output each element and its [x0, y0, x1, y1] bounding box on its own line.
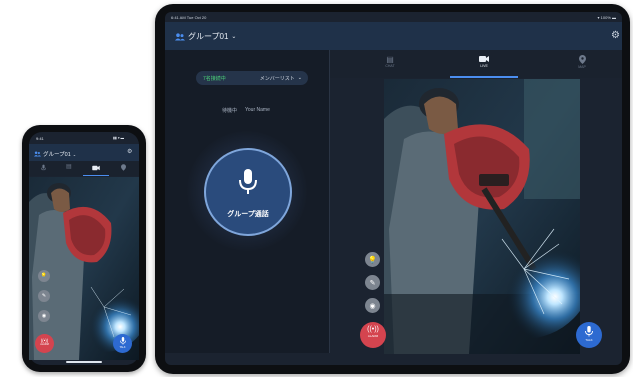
phone-tab-chat[interactable]: ▤ [66, 164, 72, 171]
standby-label: 待機中 [222, 108, 238, 114]
phone-talk-button[interactable]: TALK [113, 334, 132, 353]
gear-icon[interactable]: ⚙ [127, 149, 132, 155]
alarm-label: ALARM [367, 334, 379, 338]
phone-active-tab-indicator [83, 175, 109, 176]
phone-alarm-label: ALARM [40, 343, 49, 346]
member-list-label: メンバーリスト [259, 75, 295, 82]
group-selector[interactable]: グループ01 ⌄ [175, 31, 236, 42]
tab-map-label: MAP [578, 65, 586, 69]
ptt-label: グループ通話 [227, 211, 269, 218]
pen-button[interactable]: ✎ [365, 275, 380, 290]
lightbulb-icon: 💡 [368, 256, 377, 264]
phone-alarm-button[interactable]: ((•)) ALARM [35, 334, 54, 353]
tab-chat-label: CHAT [385, 64, 395, 68]
home-indicator [66, 361, 102, 363]
alarm-button[interactable]: ((•)) ALARM [360, 322, 386, 348]
chevron-down-icon: ⌄ [297, 75, 302, 81]
microphone-icon [239, 169, 257, 194]
phone-tab-live[interactable] [92, 165, 100, 171]
tab-live[interactable]: LIVE [464, 55, 504, 68]
pen-icon: ✎ [41, 293, 47, 299]
chevron-down-icon: ⌄ [231, 34, 237, 40]
camera-switch-button[interactable]: ◉ [365, 298, 380, 313]
alarm-icon: ((•)) [367, 326, 379, 333]
tablet-status-bar: 6:41 AM Tue Oct 20 ▾ 100% ▬ [165, 12, 622, 22]
tablet-status-time: 6:41 AM Tue Oct 20 [171, 15, 207, 20]
phone-group-selector[interactable]: グループ01 ⌄ [34, 150, 76, 158]
phone-live-video-feed [29, 177, 139, 360]
phone-group-name: グループ01 [43, 152, 71, 158]
camera-icon: ◉ [41, 313, 47, 319]
microphone-icon [119, 337, 126, 345]
talk-button[interactable]: TALK [576, 322, 602, 348]
tab-live-label: LIVE [480, 64, 488, 68]
online-count: 7名接続中 [203, 75, 226, 82]
users-icon [175, 32, 185, 40]
tab-map[interactable]: MAP [562, 55, 602, 69]
map-pin-icon [578, 55, 586, 64]
phone-talk-label: TALK [119, 346, 126, 349]
talk-label: TALK [585, 338, 593, 342]
live-video-feed [384, 79, 580, 354]
group-name: グループ01 [188, 32, 229, 41]
panel-divider [329, 50, 330, 353]
video-camera-icon [479, 56, 489, 62]
lightbulb-icon: 💡 [40, 273, 48, 279]
tablet-status-indicators: ▾ 100% ▬ [597, 15, 616, 20]
chevron-down-icon: ⌄ [72, 151, 77, 157]
users-icon [34, 151, 41, 157]
chat-icon: ▤ [386, 55, 394, 64]
active-tab-indicator [450, 76, 518, 78]
phone-camera-switch-button[interactable]: ◉ [38, 310, 50, 322]
phone-tab-map[interactable] [121, 164, 126, 171]
lightbulb-button[interactable]: 💡 [365, 252, 380, 267]
phone-status-time: 9:41 [36, 136, 44, 141]
tab-chat[interactable]: ▤ CHAT [370, 55, 410, 68]
gear-icon[interactable]: ⚙ [611, 31, 620, 41]
standby-row: 待機中 Your Name [222, 107, 270, 114]
user-name: Your Name [245, 107, 270, 113]
phone-tab-mic[interactable] [41, 164, 46, 172]
pen-icon: ✎ [369, 279, 376, 287]
member-pill[interactable]: 7名接続中 メンバーリスト ⌄ [196, 71, 308, 85]
camera-icon: ◉ [369, 302, 376, 310]
phone-lightbulb-button[interactable]: 💡 [38, 270, 50, 282]
phone-pen-button[interactable]: ✎ [38, 290, 50, 302]
microphone-icon [585, 326, 593, 337]
phone-status-indicators: ▮▮ ▾ ▬ [113, 136, 125, 140]
